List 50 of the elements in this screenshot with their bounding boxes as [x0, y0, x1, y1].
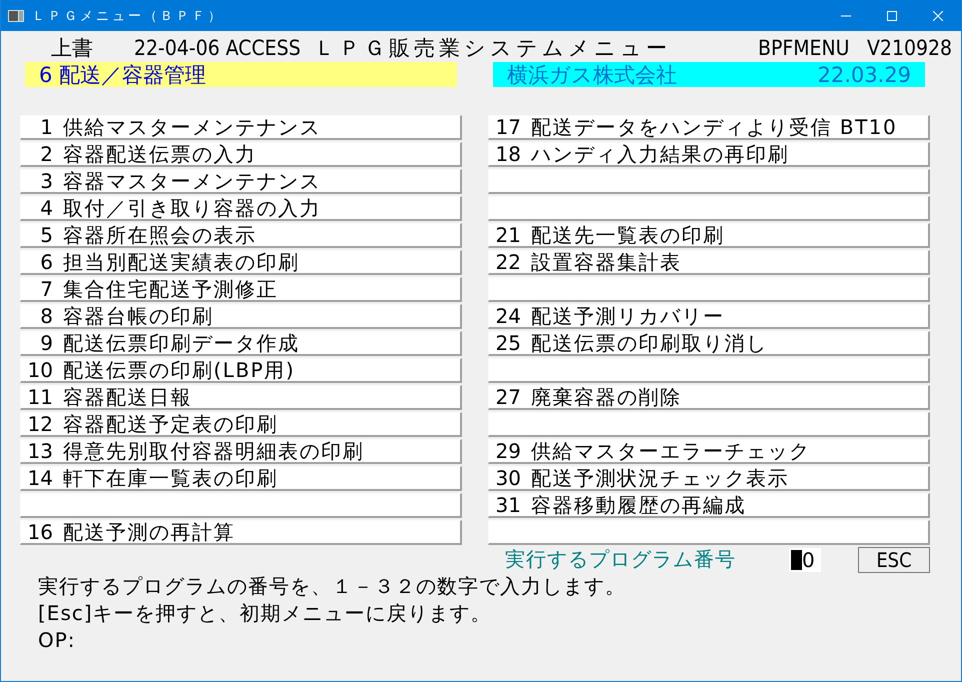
menu-button[interactable]: 9 配送伝票印刷データ作成	[20, 331, 462, 356]
menu-button[interactable]: 4 取付／引き取り容器の入力	[20, 196, 462, 221]
menu-button[interactable]: 7 集合住宅配送予測修正	[20, 277, 462, 302]
company-name: 横浜ガス株式会社	[507, 62, 677, 88]
message-line: [Esc]キーを押すと、初期メニューに戻ります。	[38, 600, 493, 627]
window-title: ＬＰＧメニュー（ＢＰＦ）	[32, 8, 225, 24]
menu-button[interactable]: 6 担当別配送実績表の印刷	[20, 250, 462, 275]
menu-button[interactable]: 24 配送予測リカバリー	[488, 304, 930, 329]
menu-button[interactable]: 14 軒下在庫一覧表の印刷	[20, 466, 462, 491]
message-line: 実行するプログラムの番号を、１－３２の数字で入力します。	[38, 573, 627, 600]
company-date: 22.03.29	[817, 62, 911, 86]
date-user-label: 22-04-06 ACCESS	[134, 36, 302, 60]
menu-button[interactable]: 10 配送伝票の印刷(LBP用)	[20, 358, 462, 383]
menu-button[interactable]: 30 配送予測状況チェック表示	[488, 466, 930, 491]
menu-button[interactable]: 22 設置容器集計表	[488, 250, 930, 275]
message-line: OP:	[38, 627, 77, 654]
version-label: V210928	[867, 36, 952, 60]
menu-button[interactable]	[488, 169, 930, 194]
menu-button[interactable]	[488, 520, 930, 545]
menu-button[interactable]: 5 容器所在照会の表示	[20, 223, 462, 248]
escape-button[interactable]: ESC	[858, 546, 930, 572]
menu-button[interactable]: 8 容器台帳の印刷	[20, 304, 462, 329]
menu-button[interactable]: 18 ハンディ入力結果の再印刷	[488, 142, 930, 167]
menu-button[interactable]: 3 容器マスターメンテナンス	[20, 169, 462, 194]
maximize-icon	[887, 10, 897, 20]
menu-button[interactable]: 11 容器配送日報	[20, 385, 462, 410]
menu-button[interactable]: 1 供給マスターメンテナンス	[20, 115, 462, 140]
menu-button[interactable]: 12 容器配送予定表の印刷	[20, 412, 462, 437]
close-icon	[933, 10, 943, 20]
mode-label: 上書	[51, 34, 94, 62]
menu-button[interactable]: 2 容器配送伝票の入力	[20, 142, 462, 167]
menu-button[interactable]	[488, 358, 930, 383]
menu-button[interactable]: 21 配送先一覧表の印刷	[488, 223, 930, 248]
menu-button[interactable]: 16 配送予測の再計算	[20, 520, 462, 545]
menu-button[interactable]: 31 容器移動履歴の再編成	[488, 493, 930, 518]
menu-button[interactable]: 29 供給マスターエラーチェック	[488, 439, 930, 464]
system-title: ＬＰＧ販売業システムメニュー	[314, 34, 672, 62]
menu-button[interactable]	[488, 412, 930, 437]
menu-button[interactable]	[20, 493, 462, 518]
menu-button[interactable]: 27 廃棄容器の削除	[488, 385, 930, 410]
menu-button[interactable]: 25 配送伝票の印刷取り消し	[488, 331, 930, 356]
program-number-label: 実行するプログラム番号	[505, 546, 737, 573]
menu-button[interactable]: 17 配送データをハンディより受信 BT10	[488, 115, 930, 140]
program-number-field[interactable]: 0	[789, 548, 821, 572]
menu-button[interactable]: 13 得意先別取付容器明細表の印刷	[20, 439, 462, 464]
menu-button[interactable]	[488, 277, 930, 302]
category-banner: 6 配送／容器管理	[25, 62, 457, 87]
program-id: BPFMENU	[758, 36, 850, 60]
app-icon	[8, 10, 24, 22]
menu-button[interactable]	[488, 196, 930, 221]
